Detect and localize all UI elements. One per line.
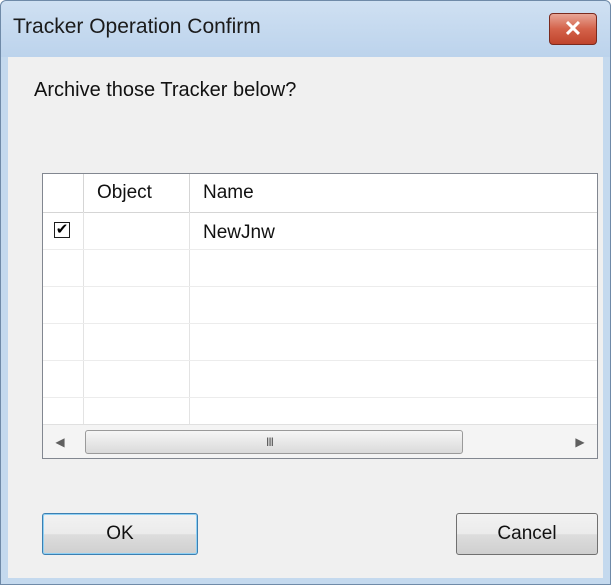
dialog-window: Tracker Operation Confirm ✕ Archive thos…	[0, 0, 611, 585]
grip-icon: III	[266, 435, 274, 449]
row-divider	[43, 397, 597, 398]
header-divider	[83, 174, 84, 212]
dialog-body: Archive those Tracker below? Object Name	[8, 57, 603, 578]
grid-header: Object Name	[43, 174, 597, 213]
scroll-left-arrow-icon: ◀	[55, 435, 65, 449]
cancel-button[interactable]: Cancel	[456, 513, 598, 555]
scroll-left-button[interactable]: ◀	[43, 425, 77, 458]
horizontal-scrollbar[interactable]: ◀ III ▶	[43, 424, 597, 458]
dialog-title: Tracker Operation Confirm	[13, 15, 261, 38]
row-divider	[43, 360, 597, 361]
ok-button[interactable]: OK	[42, 513, 198, 555]
row-divider	[43, 286, 597, 287]
column-header-check[interactable]	[45, 174, 81, 212]
cell-name: NewJnw	[203, 222, 275, 243]
confirm-prompt: Archive those Tracker below?	[34, 79, 297, 101]
row-divider	[43, 249, 597, 250]
header-divider	[189, 174, 190, 212]
column-header-object[interactable]: Object	[97, 174, 152, 212]
row-divider	[43, 323, 597, 324]
scroll-right-button[interactable]: ▶	[563, 425, 597, 458]
tracker-grid: Object Name ✔ NewJnw ◀ III ▶	[42, 173, 598, 459]
close-icon: ✕	[563, 16, 583, 41]
row-checkbox[interactable]: ✔	[54, 222, 70, 238]
column-divider	[83, 212, 84, 424]
column-header-name[interactable]: Name	[203, 174, 254, 212]
scroll-right-arrow-icon: ▶	[575, 435, 585, 449]
title-bar[interactable]: Tracker Operation Confirm ✕	[1, 1, 610, 57]
checkmark-icon: ✔	[55, 221, 69, 238]
close-button[interactable]: ✕	[549, 13, 597, 45]
scroll-thumb[interactable]: III	[85, 430, 463, 454]
column-divider	[189, 212, 190, 424]
